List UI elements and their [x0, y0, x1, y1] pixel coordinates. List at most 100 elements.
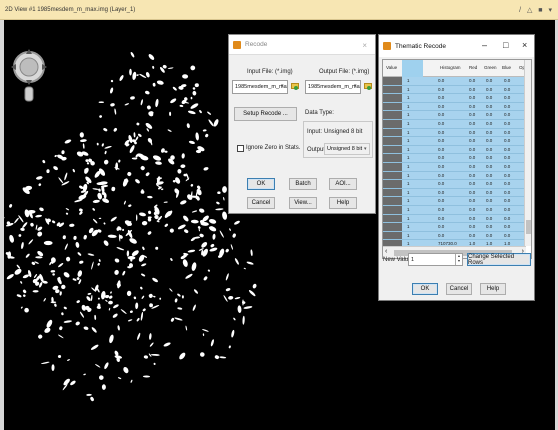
table-row[interactable]: 1 0.0 0.0 0.0 0.0 [383, 137, 526, 146]
table-row[interactable]: 1 0.0 0.0 0.0 0.0 [383, 231, 526, 241]
help-button[interactable]: Help [329, 197, 357, 209]
table-row[interactable]: 1 0.0 0.0 0.0 0.0 [383, 128, 526, 138]
value-cell[interactable] [383, 94, 402, 102]
table-row[interactable]: 1 0.0 0.0 0.0 0.0 [383, 94, 526, 103]
close-icon[interactable]: × [522, 40, 527, 50]
view-button[interactable]: View... [289, 197, 317, 209]
col-header-blue[interactable]: Blue [502, 65, 511, 70]
table-row[interactable]: 1 0.0 0.0 0.0 0.0 [383, 162, 526, 172]
output-type-dropdown-icon[interactable]: ▾ [364, 146, 373, 152]
value-cell[interactable] [383, 119, 402, 128]
raster-speckle [65, 256, 71, 262]
raster-speckle [143, 355, 148, 359]
thematic-help-button[interactable]: Help [480, 283, 506, 295]
value-cell[interactable] [383, 77, 402, 85]
output-file-field[interactable]: 1985mesdem_m_max_n [305, 80, 361, 94]
raster-speckle [92, 188, 99, 190]
raster-speckle [135, 214, 138, 221]
value-cell[interactable] [383, 111, 402, 119]
table-row[interactable]: 1 0.0 0.0 0.0 0.0 [383, 180, 526, 189]
value-cell[interactable] [383, 102, 402, 111]
raster-speckle [91, 261, 94, 270]
thematic-ok-button[interactable]: OK [412, 283, 438, 295]
navigation-wheel-icon[interactable] [9, 37, 49, 107]
batch-button[interactable]: Batch [289, 178, 317, 190]
table-row[interactable]: 1 0.0 0.0 0.0 0.0 [383, 171, 526, 181]
table-row[interactable]: 1 0.0 0.0 0.0 0.0 [383, 85, 526, 95]
raster-speckle [61, 312, 64, 316]
recode-close-icon[interactable]: × [362, 41, 367, 50]
raster-speckle [208, 226, 217, 232]
value-cell[interactable] [383, 231, 402, 240]
value-cell[interactable] [383, 137, 402, 145]
raster-speckle [103, 222, 106, 225]
value-cell[interactable] [383, 128, 402, 137]
table-row[interactable]: 1 0.0 0.0 0.0 0.0 [383, 119, 526, 129]
input-folder-icon[interactable] [291, 83, 299, 90]
red-cell: 0.0 [469, 86, 476, 92]
table-row[interactable]: 1 0.0 0.0 0.0 0.0 [383, 145, 526, 155]
table-row[interactable]: 1 0.0 0.0 0.0 0.0 [383, 223, 526, 232]
value-cell[interactable] [383, 214, 402, 223]
col-header-red[interactable]: Red [469, 65, 477, 70]
raster-speckle [228, 345, 231, 349]
value-cell[interactable] [383, 162, 402, 171]
raster-speckle [20, 281, 23, 284]
scroll-left-icon[interactable]: ‹ [385, 248, 387, 255]
input-file-field[interactable]: 1985mesdem_m_max.im [232, 80, 288, 94]
ok-button[interactable]: OK [247, 178, 275, 190]
raster-speckle [214, 355, 220, 359]
col-header-green[interactable]: Green [484, 65, 497, 70]
value-cell[interactable] [383, 154, 402, 162]
new-value-column-header[interactable] [402, 60, 423, 77]
raster-speckle [16, 264, 21, 269]
raster-speckle [40, 361, 50, 365]
cancel-button[interactable]: Cancel [247, 197, 275, 209]
col-header-histogram[interactable]: Histogram [440, 65, 461, 70]
red-cell: 0.0 [469, 78, 476, 83]
vertical-scroll-thumb[interactable] [526, 220, 531, 234]
table-row[interactable]: 1 0.0 0.0 0.0 0.0 [383, 77, 526, 86]
raster-speckle [223, 197, 225, 201]
table-row[interactable]: 1 0.0 0.0 0.0 0.0 [383, 154, 526, 163]
raster-speckle [179, 104, 184, 107]
raster-speckle [38, 334, 43, 339]
histogram-cell: 0.0 [438, 78, 445, 83]
table-row[interactable]: 1 0.0 0.0 0.0 0.0 [383, 205, 526, 215]
table-row[interactable]: 1 0.0 0.0 0.0 0.0 [383, 188, 526, 198]
table-row[interactable]: 1 0.0 0.0 0.0 0.0 [383, 102, 526, 112]
value-cell[interactable] [383, 145, 402, 154]
value-cell[interactable] [383, 205, 402, 214]
blue-cell: 0.0 [504, 224, 511, 230]
raster-speckle [54, 154, 57, 158]
value-cell[interactable] [383, 188, 402, 197]
raster-speckle [234, 258, 239, 265]
table-row[interactable]: 1 0.0 0.0 0.0 0.0 [383, 214, 526, 224]
raster-speckle [177, 307, 183, 310]
table-row[interactable]: 1 0.0 0.0 0.0 0.0 [383, 111, 526, 120]
value-cell[interactable] [383, 171, 402, 180]
output-folder-icon[interactable] [364, 83, 372, 90]
value-cell[interactable] [383, 85, 402, 94]
recode-table[interactable]: Value Histogram Red Green Blue Op 1 0.0 0.… [382, 59, 532, 259]
value-cell[interactable] [383, 180, 402, 188]
raster-speckle [61, 284, 66, 290]
raster-speckle [145, 122, 153, 129]
maximize-icon[interactable]: □ [503, 40, 508, 50]
raster-speckle [119, 75, 124, 81]
titlebar-tool-icons[interactable]: / △ ■ ▾ [519, 6, 554, 14]
new-value-spinner[interactable]: ▲ ▼ [455, 254, 462, 265]
raster-speckle [114, 108, 117, 115]
setup-recode-button[interactable]: Setup Recode ... [234, 107, 297, 121]
thematic-cancel-button[interactable]: Cancel [446, 283, 472, 295]
aoi-button[interactable]: AOI... [329, 178, 357, 190]
raster-speckle [185, 273, 193, 279]
minimize-icon[interactable]: – [482, 40, 487, 50]
value-cell[interactable] [383, 197, 402, 205]
table-row[interactable]: 1 0.0 0.0 0.0 0.0 [383, 197, 526, 206]
vertical-scrollbar[interactable] [524, 60, 531, 246]
value-cell[interactable] [383, 223, 402, 231]
col-header-value[interactable]: Value [386, 65, 397, 70]
ignore-zero-checkbox[interactable] [237, 145, 244, 152]
change-selected-rows-button[interactable]: Change Selected Rows [467, 253, 531, 266]
